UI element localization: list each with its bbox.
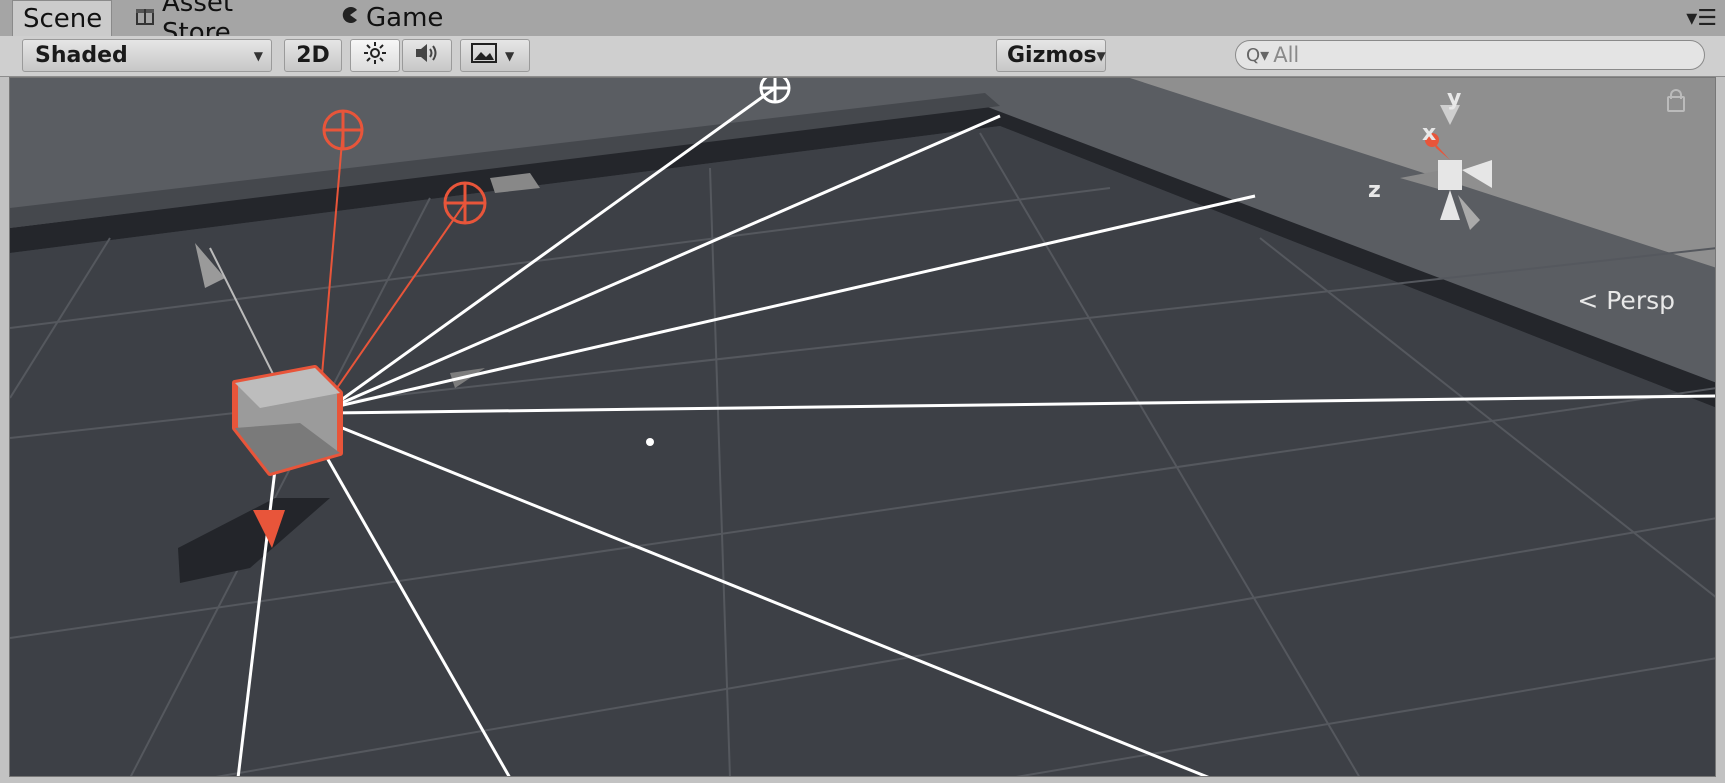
- tab-menu-icon[interactable]: ▾☰: [1686, 6, 1717, 31]
- tab-scene-label: Scene: [23, 4, 103, 34]
- chevron-down-icon: ▼: [1096, 48, 1106, 63]
- projection-label: Persp: [1606, 286, 1675, 315]
- scene-viewport[interactable]: y x z < Persp: [9, 77, 1716, 777]
- speaker-icon: [413, 41, 441, 71]
- point-light: [646, 438, 654, 446]
- effects-dropdown[interactable]: ▼: [460, 39, 530, 72]
- chevron-down-icon: ▼: [253, 48, 263, 63]
- tab-bar: Scene Asset Store Game ▾☰: [0, 0, 1725, 48]
- search-icon: Q▾: [1246, 44, 1270, 66]
- unity-scene-window: Scene Asset Store Game ▾☰ Shaded ▼ 2D ▼ …: [0, 0, 1725, 783]
- gift-icon: [134, 4, 156, 32]
- pacman-icon: [340, 5, 360, 31]
- sun-icon: [363, 41, 387, 71]
- axis-z-label: z: [1368, 178, 1381, 203]
- chevron-down-icon: ▼: [505, 48, 515, 63]
- tab-game-label: Game: [366, 3, 444, 33]
- gizmos-dropdown[interactable]: Gizmos ▼: [996, 39, 1106, 72]
- scene-toolbar: Shaded ▼ 2D ▼ Gizmos ▼ Q▾ All: [0, 36, 1725, 77]
- gizmos-label: Gizmos: [1007, 43, 1097, 68]
- draw-mode-dropdown[interactable]: Shaded ▼: [22, 39, 272, 72]
- axis-x-label: x: [1422, 121, 1437, 146]
- lighting-toggle-button[interactable]: [350, 39, 400, 72]
- tab-scene[interactable]: Scene: [12, 0, 112, 37]
- tab-asset-store[interactable]: Asset Store: [124, 0, 314, 48]
- draw-mode-label: Shaded: [35, 43, 128, 68]
- 2d-label: 2D: [296, 43, 330, 68]
- image-icon: [471, 42, 497, 69]
- search-text: All: [1273, 43, 1300, 67]
- projection-toggle[interactable]: < Persp: [1577, 286, 1675, 315]
- tab-game[interactable]: Game: [330, 0, 450, 36]
- axis-y-label: y: [1447, 86, 1462, 111]
- 2d-toggle-button[interactable]: 2D: [284, 39, 342, 72]
- lock-icon[interactable]: [1667, 89, 1685, 112]
- chevron-left-icon: <: [1577, 286, 1599, 315]
- search-input[interactable]: Q▾ All: [1235, 40, 1705, 70]
- audio-toggle-button[interactable]: [402, 39, 452, 72]
- scene-orientation-gizmo[interactable]: [1380, 90, 1520, 250]
